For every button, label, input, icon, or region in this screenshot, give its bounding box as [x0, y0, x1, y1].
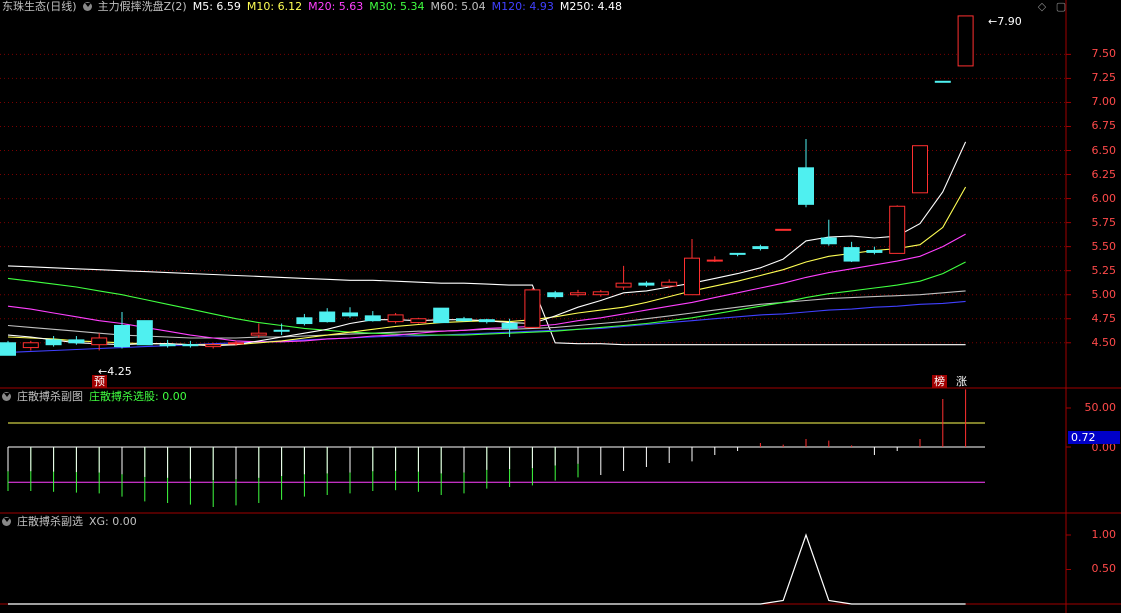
main-y-tick: 5.75	[1091, 215, 1117, 229]
candle-body	[91, 337, 108, 346]
main-y-tick: 6.00	[1091, 191, 1117, 205]
candle-body	[820, 237, 837, 245]
candle-body	[228, 342, 244, 345]
indicator-name[interactable]: 主力假摔洗盘Z(2)	[98, 0, 187, 13]
candle-body	[775, 228, 792, 231]
candle-body	[387, 314, 404, 323]
chart-canvas	[0, 0, 1121, 613]
ma-legend-item: M250: 4.48	[559, 0, 623, 13]
candle-body	[752, 246, 769, 250]
main-y-tick: 5.00	[1091, 287, 1117, 301]
main-y-tick: 6.25	[1091, 167, 1117, 181]
indicator-gear-icon[interactable]	[82, 2, 92, 11]
candle-body	[456, 318, 472, 322]
main-y-tick: 6.50	[1091, 143, 1117, 157]
candle-body	[205, 344, 222, 348]
sub2-xg-line	[8, 533, 966, 605]
candle-body	[478, 319, 495, 323]
main-y-tick: 6.75	[1091, 119, 1117, 133]
sub1-current-value: 0.72	[1068, 431, 1120, 444]
ma-legend-item: M30: 5.34	[369, 0, 425, 13]
candle-body	[273, 329, 290, 332]
candle-body	[661, 281, 678, 287]
candle-body	[866, 249, 883, 253]
candle-body	[45, 339, 62, 346]
ma-legend-item: M120: 4.93	[491, 0, 554, 13]
candle-body	[729, 252, 746, 255]
candle-body	[250, 332, 267, 336]
signal-bang: 榜	[932, 375, 947, 388]
candle-body	[570, 292, 586, 296]
stock-title[interactable]: 东珠生态(日线)	[2, 0, 77, 13]
candle-body	[684, 257, 700, 296]
main-y-tick: 7.25	[1091, 71, 1117, 85]
candle-body	[638, 282, 655, 286]
candle-body	[68, 339, 85, 344]
ma-legend-item: M5: 6.59	[192, 0, 241, 13]
candle-body	[410, 318, 427, 324]
high-price-label: ←7.90	[988, 15, 1022, 28]
sub2-y-tick-05: 0.50	[1091, 562, 1117, 575]
diamond-icon[interactable]: ◇	[1035, 0, 1049, 14]
candle-body	[182, 344, 199, 347]
sub2-gear-icon[interactable]	[2, 517, 11, 526]
ma-legend-item: M20: 5.63	[308, 0, 364, 13]
candle-body	[524, 289, 541, 328]
candle-body	[615, 282, 632, 288]
main-panel-header: 东珠生态(日线) 主力假摔洗盘Z(2) M5: 6.59 M10: 6.12 M20: …	[2, 0, 634, 14]
candle-body	[501, 323, 518, 329]
sub1-header: 庄散搏杀副图 庄散搏杀选股: 0.00	[2, 390, 193, 404]
candle-body	[319, 311, 336, 323]
sub1-gear-icon[interactable]	[2, 392, 11, 401]
candle-body	[592, 291, 609, 296]
candle-body	[706, 259, 723, 262]
candle-body	[22, 342, 39, 349]
candle-body	[433, 307, 450, 324]
candle-body	[889, 205, 906, 254]
candle-body	[547, 292, 564, 298]
signal-zhang: 涨	[956, 375, 967, 388]
sub2-header: 庄散搏杀副选 XG: 0.00	[2, 515, 143, 529]
ma-legend-item: M10: 6.12	[246, 0, 303, 13]
main-y-tick: 7.00	[1091, 95, 1117, 109]
sub1-title[interactable]: 庄散搏杀副图	[17, 390, 83, 403]
sub2-xg: XG: 0.00	[89, 515, 137, 528]
candle-body	[296, 317, 313, 325]
main-y-tick: 4.75	[1091, 311, 1117, 325]
ma-legend: M5: 6.59 M10: 6.12 M20: 5.63 M30: 5.34 M60: …	[193, 0, 628, 13]
candle-body	[136, 320, 153, 346]
sub2-y-tick-1: 1.00	[1091, 528, 1117, 541]
main-y-tick: 7.50	[1091, 47, 1117, 61]
ma-legend-item: M60: 5.04	[430, 0, 486, 13]
candle-body	[843, 247, 860, 262]
scroll-up-icon[interactable]: ▢	[1054, 0, 1068, 14]
main-y-tick: 4.50	[1091, 335, 1117, 349]
sub1-xuangu: 庄散搏杀选股: 0.00	[89, 390, 187, 403]
candle-body	[912, 145, 928, 194]
candle-body	[798, 167, 814, 205]
sub2-title[interactable]: 庄散搏杀副选	[17, 515, 83, 528]
main-y-tick: 5.25	[1091, 263, 1117, 277]
candle-body	[114, 324, 130, 348]
candle-body	[934, 80, 951, 83]
candle-body	[159, 344, 176, 347]
candle-body	[0, 342, 16, 356]
candle-body	[342, 312, 358, 317]
sub1-y-tick-50: 50.00	[1084, 401, 1117, 414]
main-y-tick: 5.50	[1091, 239, 1117, 253]
signal-yu: 预	[92, 375, 107, 388]
candle-body	[957, 15, 974, 67]
candle-body	[364, 315, 381, 322]
